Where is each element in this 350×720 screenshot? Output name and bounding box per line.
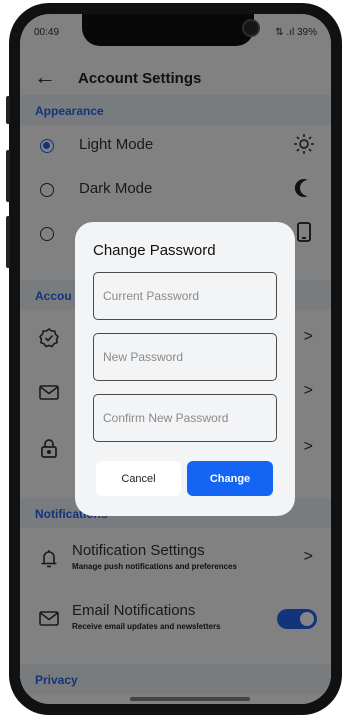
- side-button: [6, 150, 10, 202]
- side-button: [6, 96, 10, 124]
- change-button[interactable]: Change: [187, 461, 273, 496]
- dialog-title: Change Password: [93, 242, 216, 259]
- new-password-field[interactable]: [93, 333, 277, 381]
- home-indicator[interactable]: [130, 697, 250, 701]
- change-password-dialog: Change Password Cancel Change: [75, 222, 295, 516]
- confirm-password-field[interactable]: [93, 394, 277, 442]
- side-button: [6, 216, 10, 268]
- cancel-button[interactable]: Cancel: [96, 461, 181, 496]
- current-password-field[interactable]: [93, 272, 277, 320]
- app-screen: 00:49 ⇅ .ıl 39% ← Account Settings Appea…: [20, 14, 331, 704]
